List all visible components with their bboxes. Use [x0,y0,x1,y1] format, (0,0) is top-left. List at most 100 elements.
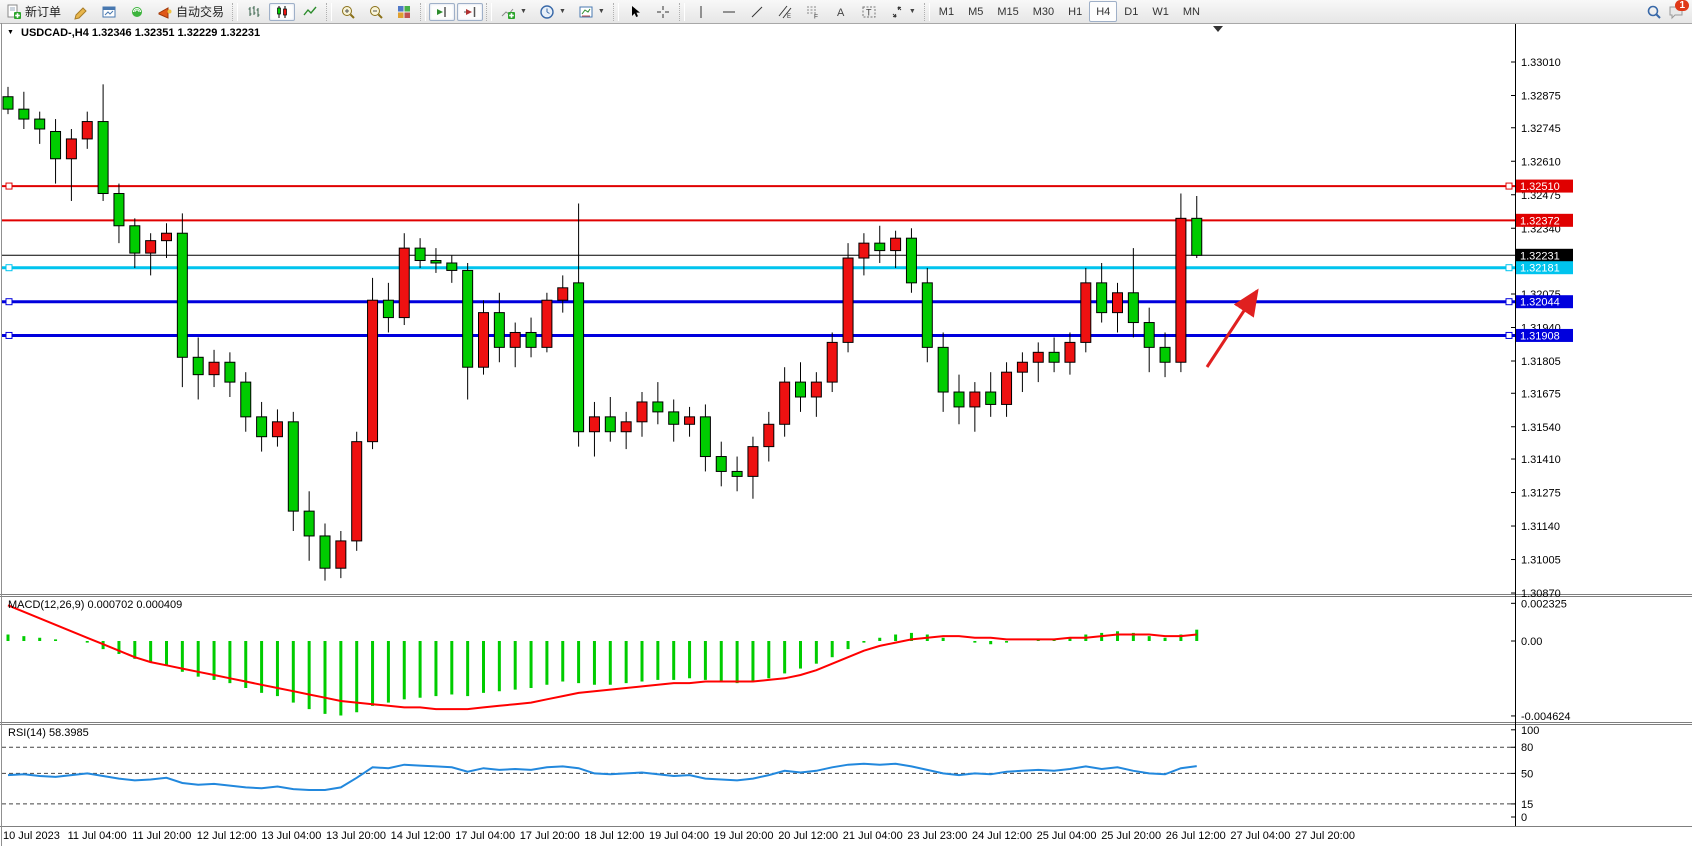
chart-canvas[interactable]: 1.330101.328751.327451.326101.324751.323… [0,0,1692,851]
chart-background [0,23,1692,851]
time-axis-label: 19 Jul 04:00 [649,830,709,842]
price-tag-text: 1.31908 [1520,330,1560,342]
hline-handle[interactable] [6,332,12,338]
candle-body [1097,283,1107,313]
candle-body [669,412,679,424]
candle-body [225,362,235,382]
candle-body [827,342,837,382]
price-tag: 1.32181 [1516,261,1573,275]
time-axis-label: 11 Jul 20:00 [132,830,191,842]
candle-body [922,283,932,348]
rsi-axis-label: 0 [1521,812,1527,824]
candle-body [494,313,504,348]
candle-body [589,417,599,432]
candle-body [796,382,806,397]
time-axis-label: 12 Jul 12:00 [197,830,257,842]
candle-body [3,97,13,109]
time-axis-label: 19 Jul 20:00 [714,830,774,842]
price-tag-text: 1.32231 [1520,250,1560,262]
candle-body [970,392,980,407]
price-tag-text: 1.32510 [1520,181,1560,193]
candle-body [637,402,647,422]
candle-body [98,122,108,194]
candle-body [241,382,251,417]
candle-body [1017,362,1027,372]
hline-handle[interactable] [6,299,12,305]
candle-body [653,402,663,412]
hline-handle[interactable] [1506,265,1512,271]
time-axis[interactable]: 10 Jul 2023 11 Jul 04:00 11 Jul 20:00 12 Ju… [3,830,1355,842]
candle-body [352,442,362,541]
candle-body [1160,347,1170,362]
time-axis-label: 13 Jul 04:00 [261,830,321,842]
time-axis-label: 26 Jul 12:00 [1166,830,1226,842]
time-axis-label: 13 Jul 20:00 [326,830,386,842]
candle-body [82,122,92,139]
candle-body [146,241,156,253]
candle-body [1113,293,1123,313]
time-axis-label: 11 Jul 04:00 [68,830,127,842]
macd-indicator-label: MACD(12,26,9) 0.000702 0.000409 [8,599,182,611]
candle-body [780,382,790,424]
price-axis-label: 1.32610 [1521,156,1561,168]
candle-body [35,119,45,129]
macd-axis-label: 0.00 [1521,636,1542,648]
candle-body [415,248,425,260]
rsi-axis-label: 15 [1521,799,1533,811]
time-axis-label: 18 Jul 12:00 [584,830,644,842]
rsi-axis-label: 50 [1521,768,1533,780]
candle-body [558,288,568,300]
hline-handle[interactable] [6,265,12,271]
candle-body [479,313,489,368]
candle-body [272,422,282,437]
price-axis-label: 1.31005 [1521,555,1561,567]
candle-body [114,194,124,226]
candle-body [66,139,76,159]
candle-body [1128,293,1138,323]
price-tag: 1.32231 [1516,249,1573,263]
price-tag: 1.32044 [1516,295,1573,309]
candle-body [177,233,187,357]
time-axis-label: 24 Jul 12:00 [972,830,1032,842]
candle-body [1144,323,1154,348]
candle-body [257,417,267,437]
time-axis-label: 10 Jul 2023 [3,830,60,842]
candle-body [1002,372,1012,404]
price-axis-label: 1.32875 [1521,90,1561,102]
candle-body [209,362,219,374]
price-axis-label: 1.31140 [1521,521,1560,533]
hline-handle[interactable] [1506,332,1512,338]
candle-body [542,300,552,347]
candle-body [906,238,916,283]
price-axis-label: 1.31275 [1521,488,1561,500]
candle-body [605,417,615,432]
candle-body [51,131,61,158]
time-axis-label: 27 Jul 04:00 [1230,830,1290,842]
hline-handle[interactable] [1506,183,1512,189]
price-axis-label: 1.33010 [1521,57,1561,69]
price-axis-label: 1.31805 [1521,356,1561,368]
time-axis-label: 25 Jul 04:00 [1037,830,1097,842]
chart-menu-triangle-icon[interactable]: ▼ [7,29,14,36]
chart-ohlc-quotes: 1.32346 1.32351 1.32229 1.32231 [92,27,260,39]
price-axis-label: 1.32745 [1521,123,1561,135]
time-axis-label: 25 Jul 20:00 [1101,830,1161,842]
candle-body [431,261,441,263]
price-tag-text: 1.32181 [1520,263,1560,275]
time-axis-label: 17 Jul 04:00 [455,830,515,842]
price-axis-label: 1.31410 [1521,454,1561,466]
candle-body [938,347,948,392]
candle-body [336,541,346,568]
hline-handle[interactable] [1506,299,1512,305]
candle-body [954,392,964,407]
candle-body [193,357,203,374]
price-axis-label: 1.31675 [1521,388,1561,400]
candle-body [447,263,457,270]
time-axis-label: 23 Jul 23:00 [907,830,967,842]
time-axis-label: 17 Jul 20:00 [520,830,580,842]
candle-body [764,424,774,446]
macd-axis-label: -0.004624 [1521,711,1571,723]
hline-handle[interactable] [6,183,12,189]
candle-body [811,382,821,397]
candle-body [700,417,710,457]
